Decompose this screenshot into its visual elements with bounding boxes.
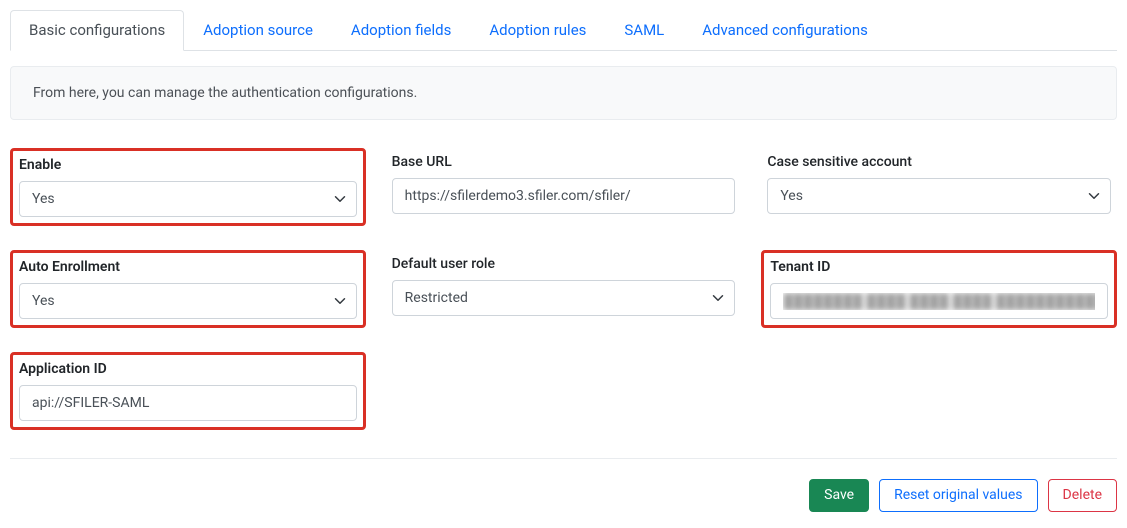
label-tenant-id: Tenant ID xyxy=(770,259,1108,275)
save-button[interactable]: Save xyxy=(809,479,869,512)
input-base-url[interactable] xyxy=(392,178,736,214)
select-default-user-role[interactable]: Restricted xyxy=(392,280,736,316)
tab-adoption-fields[interactable]: Adoption fields xyxy=(332,10,470,50)
label-base-url: Base URL xyxy=(392,154,736,170)
tab-advanced-configurations[interactable]: Advanced configurations xyxy=(683,10,887,50)
field-case-sensitive: Case sensitive account Yes xyxy=(761,148,1117,226)
tab-adoption-rules[interactable]: Adoption rules xyxy=(470,10,605,50)
tabs-bar: Basic configurations Adoption source Ado… xyxy=(10,10,1117,51)
label-enable: Enable xyxy=(19,157,357,173)
field-enable: Enable Yes xyxy=(10,148,366,226)
button-row: Save Reset original values Delete xyxy=(10,479,1117,512)
select-case-sensitive[interactable]: Yes xyxy=(767,178,1111,214)
field-application-id: Application ID xyxy=(10,352,366,430)
label-auto-enrollment: Auto Enrollment xyxy=(19,259,357,275)
info-box: From here, you can manage the authentica… xyxy=(10,66,1117,120)
input-tenant-id[interactable] xyxy=(770,283,1108,319)
select-enable[interactable]: Yes xyxy=(19,181,357,217)
select-auto-enrollment[interactable]: Yes xyxy=(19,283,357,319)
form-grid: Enable Yes Base URL Case sensitive accou… xyxy=(10,148,1117,430)
reset-button[interactable]: Reset original values xyxy=(879,479,1037,512)
label-application-id: Application ID xyxy=(19,361,357,377)
tab-adoption-source[interactable]: Adoption source xyxy=(184,10,332,50)
field-tenant-id: Tenant ID xyxy=(761,250,1117,328)
field-default-user-role: Default user role Restricted xyxy=(386,250,742,328)
field-auto-enrollment: Auto Enrollment Yes xyxy=(10,250,366,328)
delete-button[interactable]: Delete xyxy=(1048,479,1117,512)
separator xyxy=(10,458,1117,459)
field-base-url: Base URL xyxy=(386,148,742,226)
tab-basic-configurations[interactable]: Basic configurations xyxy=(10,10,184,51)
label-case-sensitive: Case sensitive account xyxy=(767,154,1111,170)
tab-saml[interactable]: SAML xyxy=(605,10,683,50)
label-default-user-role: Default user role xyxy=(392,256,736,272)
input-application-id[interactable] xyxy=(19,385,357,421)
